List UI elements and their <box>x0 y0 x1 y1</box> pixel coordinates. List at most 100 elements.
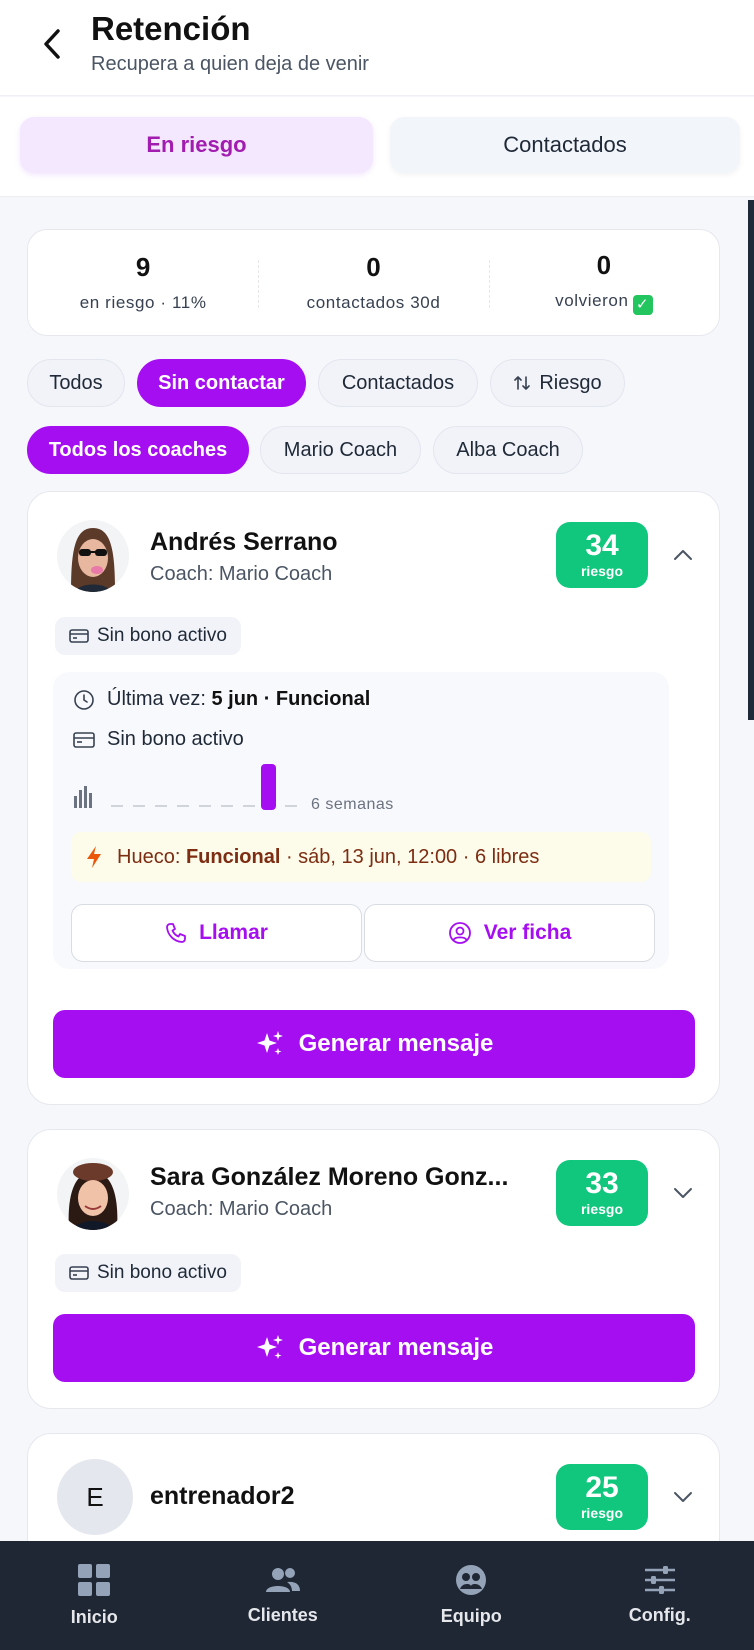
stat-label-wrap: volvieron ✓ <box>555 291 653 315</box>
expand-button[interactable] <box>668 1482 698 1512</box>
nav-label: Inicio <box>70 1607 118 1627</box>
bolt-icon <box>87 846 101 868</box>
stat-label: volvieron <box>555 291 629 310</box>
risk-score: 34 <box>585 529 619 562</box>
stats-panel: 9 en riesgo · 11% 0 contactados 30d 0 vo… <box>27 229 720 336</box>
week-bar <box>261 764 276 810</box>
nav-label: Clientes <box>247 1605 318 1625</box>
client-name: Sara González Moreno Gonz... <box>150 1163 509 1191</box>
avatar[interactable] <box>57 520 129 592</box>
stat-volvieron: 0 volvieron ✓ <box>488 230 719 335</box>
avatar[interactable]: E <box>57 1459 133 1535</box>
slot-detail: · sáb, 13 jun, 12:00 · 6 libres <box>285 845 540 868</box>
page-title: Retención <box>91 10 251 47</box>
team-icon <box>456 1565 487 1595</box>
coach-filter-todos[interactable]: Todos los coaches <box>27 426 249 474</box>
last-visit-label: Última vez: <box>107 688 206 710</box>
bono-chip: Sin bono activo <box>55 617 241 655</box>
coach-filter-alba[interactable]: Alba Coach <box>433 426 583 474</box>
nav-clientes[interactable]: Clientes <box>189 1541 378 1650</box>
filter-sin-contactar[interactable]: Sin contactar <box>137 359 306 407</box>
filter-todos[interactable]: Todos <box>27 359 125 407</box>
week-dash <box>243 805 255 807</box>
risk-badge: 33 riesgo <box>556 1160 648 1226</box>
grid-icon <box>78 1564 111 1596</box>
credit-card-icon <box>69 629 89 643</box>
week-dash <box>133 805 145 807</box>
generate-message-label: Generar mensaje <box>298 1030 494 1057</box>
bono-detail-row: Sin bono activo <box>73 728 244 751</box>
call-button[interactable]: Llamar <box>71 904 362 962</box>
week-dash <box>199 805 211 807</box>
filter-contactados[interactable]: Contactados <box>318 359 478 407</box>
sort-icon <box>514 376 531 390</box>
client-card: Sara González Moreno Gonz... Coach: Mari… <box>27 1129 720 1409</box>
scrollbar[interactable] <box>748 200 754 720</box>
tab-en-riesgo[interactable]: En riesgo <box>20 117 373 173</box>
credit-card-icon <box>73 731 95 748</box>
risk-score: 25 <box>585 1471 619 1504</box>
week-dash <box>111 805 123 807</box>
user-circle-icon <box>448 922 471 944</box>
coach-filter-mario[interactable]: Mario Coach <box>260 426 421 474</box>
stat-en-riesgo: 9 en riesgo · 11% <box>28 230 258 335</box>
stat-value: 0 <box>596 250 612 280</box>
app-header: Retención Recupera a quien deja de venir <box>0 0 754 96</box>
slot-label: Hueco: <box>117 845 181 868</box>
tab-contactados[interactable]: Contactados <box>390 117 740 173</box>
generate-message-button[interactable]: Generar mensaje <box>53 1010 695 1078</box>
stat-label: contactados 30d <box>306 293 441 312</box>
risk-label: riesgo <box>580 563 623 579</box>
filter-riesgo-label: Riesgo <box>539 371 602 394</box>
back-button[interactable] <box>34 22 70 66</box>
client-coach: Coach: Mario Coach <box>150 1198 333 1220</box>
users-icon <box>265 1568 300 1592</box>
nav-equipo[interactable]: Equipo <box>377 1541 566 1650</box>
bono-chip: Sin bono activo <box>55 1254 241 1292</box>
filter-riesgo-sort[interactable]: Riesgo <box>490 359 625 407</box>
avatar[interactable] <box>57 1158 129 1230</box>
week-dash <box>221 805 233 807</box>
generate-message-button[interactable]: Generar mensaje <box>53 1314 695 1382</box>
client-coach: Coach: Mario Coach <box>150 563 333 585</box>
expand-button[interactable] <box>668 1178 698 1208</box>
bono-label: Sin bono activo <box>97 1262 227 1283</box>
stat-value: 9 <box>135 252 151 282</box>
sparkles-icon <box>256 1335 283 1359</box>
weekly-attendance: 6 semanas <box>73 764 673 814</box>
bono-label: Sin bono activo <box>97 625 227 646</box>
clock-icon <box>74 689 94 710</box>
risk-label: riesgo <box>580 1201 623 1217</box>
call-label: Llamar <box>199 921 268 944</box>
stat-value: 0 <box>366 252 381 282</box>
week-dash <box>177 805 189 807</box>
client-name: entrenador2 <box>150 1482 295 1510</box>
bono-detail-label: Sin bono activo <box>107 728 244 750</box>
credit-card-icon <box>69 1266 89 1280</box>
risk-badge: 34 riesgo <box>556 522 648 588</box>
risk-label: riesgo <box>580 1505 623 1521</box>
nav-inicio[interactable]: Inicio <box>0 1541 189 1650</box>
view-profile-button[interactable]: Ver ficha <box>364 904 655 962</box>
sparkles-icon <box>256 1031 283 1055</box>
chevron-left-icon <box>44 29 60 59</box>
check-icon: ✓ <box>632 295 653 315</box>
page-subtitle: Recupera a quien deja de venir <box>91 53 369 75</box>
chevron-down-icon <box>674 1492 692 1502</box>
week-dash <box>155 805 167 807</box>
weeks-label: 6 semanas <box>311 796 394 813</box>
nav-config[interactable]: Config. <box>566 1541 754 1650</box>
chevron-down-icon <box>674 1188 692 1198</box>
slot-class: Funcional <box>185 845 281 868</box>
week-dash <box>285 805 297 807</box>
slot-suggestion: Hueco: Funcional · sáb, 13 jun, 12:00 · … <box>71 832 651 882</box>
client-card: Andrés Serrano Coach: Mario Coach 34 rie… <box>27 491 720 1105</box>
collapse-button[interactable] <box>668 540 698 570</box>
view-profile-label: Ver ficha <box>483 921 572 944</box>
generate-message-label: Generar mensaje <box>298 1334 494 1361</box>
stat-label: en riesgo · 11% <box>79 293 207 312</box>
bar-chart-icon <box>74 786 92 808</box>
bottom-nav: Inicio Clientes Equipo Config. <box>0 1541 754 1650</box>
client-name: Andrés Serrano <box>150 528 338 556</box>
chevron-up-icon <box>674 550 692 560</box>
